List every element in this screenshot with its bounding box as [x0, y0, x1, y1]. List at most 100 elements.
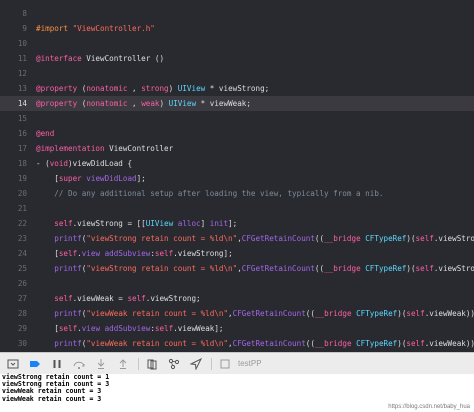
code-token: UIView — [168, 99, 197, 108]
simulate-location-icon[interactable] — [187, 355, 205, 373]
memory-graph-icon[interactable] — [165, 355, 183, 373]
console-output[interactable]: viewStrong retain count = 1 viewStrong r… — [0, 373, 474, 412]
code-token: ( — [77, 84, 87, 93]
code-text: @interface ViewController () — [36, 51, 164, 66]
code-line[interactable]: 20 // Do any additional setup after load… — [0, 186, 474, 201]
code-token: // Do any additional setup after loading… — [36, 189, 384, 198]
code-token: - ( — [36, 159, 50, 168]
code-line[interactable]: 12 — [0, 66, 474, 81]
code-text: @implementation ViewController — [36, 141, 173, 156]
code-token: "viewWeak retain count = %ld\n" — [86, 339, 229, 348]
code-token: printf — [54, 309, 82, 318]
code-token: * viewWeak; — [196, 99, 251, 108]
code-token: @interface — [36, 54, 82, 63]
code-token: "viewWeak retain count = %ld\n" — [86, 309, 229, 318]
code-token: @end — [36, 129, 55, 138]
code-token: [ — [36, 249, 59, 258]
code-token: (( — [314, 264, 325, 273]
code-line[interactable]: 27 self.viewWeak = self.viewStrong; — [0, 291, 474, 306]
code-token: self — [58, 324, 78, 333]
hide-debug-area-icon[interactable] — [4, 355, 22, 373]
process-icon — [216, 355, 234, 373]
line-number: 14 — [17, 99, 27, 108]
code-text: @end — [36, 126, 54, 141]
code-token: ) — [159, 99, 169, 108]
code-token: strong — [141, 84, 169, 93]
code-token: self — [415, 264, 434, 273]
code-line[interactable]: 8 — [0, 6, 474, 21]
code-line[interactable]: 15 — [0, 111, 474, 126]
code-line[interactable]: 28 printf("viewWeak retain count = %ld\n… — [0, 306, 474, 321]
code-editor[interactable]: 8 9 #import "ViewController.h" 10 11 @interfa… — [0, 0, 474, 352]
code-token: (( — [314, 234, 325, 243]
code-token: , — [127, 99, 142, 108]
code-token: .viewStrong))); — [433, 234, 474, 243]
code-token: ViewController — [104, 144, 174, 153]
code-line[interactable]: 29 [self.view addSubview:self.viewWeak]; — [0, 321, 474, 336]
code-token: __bridge — [324, 264, 361, 273]
code-text: printf("viewStrong retain count = %ld\n"… — [36, 231, 474, 246]
step-over-icon[interactable] — [70, 355, 88, 373]
code-line[interactable]: 14 @property (nonatomic , weak) UIView * … — [0, 96, 474, 111]
breakpoints-toggle-icon[interactable] — [26, 355, 44, 373]
code-token: printf — [54, 234, 82, 243]
code-text: // Do any additional setup after loading… — [36, 186, 383, 201]
line-number: 28 — [17, 309, 27, 318]
code-line[interactable]: 22 self.viewStrong = [[UIView alloc] ini… — [0, 216, 474, 231]
code-token: view — [81, 324, 101, 333]
code-text: [self.view addSubview:self.viewWeak]; — [36, 321, 223, 336]
code-line[interactable]: 11 @interface ViewController () — [0, 51, 474, 66]
code-line[interactable]: 10 — [0, 36, 474, 51]
code-token: self — [415, 234, 434, 243]
view-hierarchy-icon[interactable] — [143, 355, 161, 373]
code-token: .viewWeak = — [72, 294, 128, 303]
code-line[interactable]: 18 - (void)viewDidLoad { — [0, 156, 474, 171]
code-text: printf("viewStrong retain count = %ld\n"… — [36, 261, 474, 276]
step-into-icon[interactable] — [92, 355, 110, 373]
code-token: ]; — [228, 219, 238, 228]
code-line[interactable]: 24 [self.view addSubview:self.viewStrong… — [0, 246, 474, 261]
code-line[interactable]: 21 — [0, 201, 474, 216]
code-token: UIView — [177, 84, 206, 93]
code-token: addSubview — [104, 249, 151, 258]
code-token: printf — [54, 339, 82, 348]
line-number: 21 — [17, 204, 27, 213]
code-token: weak — [141, 99, 160, 108]
code-token: .viewStrong = [[ — [72, 219, 146, 228]
line-number: 19 — [17, 174, 27, 183]
code-token: alloc — [177, 219, 201, 228]
code-line[interactable]: 25 printf("viewStrong retain count = %ld… — [0, 261, 474, 276]
code-token: self — [406, 339, 425, 348]
code-line[interactable]: 30 printf("viewWeak retain count = %ld\n… — [0, 336, 474, 351]
code-token: self — [54, 219, 73, 228]
pause-icon[interactable] — [48, 355, 66, 373]
code-line[interactable]: 19 [super viewDidLoad]; — [0, 171, 474, 186]
code-line[interactable]: 26 — [0, 276, 474, 291]
code-token: view — [81, 249, 101, 258]
code-line[interactable]: 17 @implementation ViewController — [0, 141, 474, 156]
process-label[interactable]: testPP — [238, 359, 262, 368]
code-token: "viewStrong retain count = %ld\n" — [86, 234, 238, 243]
code-line[interactable]: 23 printf("viewStrong retain count = %ld… — [0, 231, 474, 246]
step-out-icon[interactable] — [114, 355, 132, 373]
code-line[interactable]: 9 #import "ViewController.h" — [0, 21, 474, 36]
code-token: viewDidLoad — [86, 174, 137, 183]
code-text: printf("viewWeak retain count = %ld\n",C… — [36, 306, 474, 321]
code-token: , — [127, 84, 142, 93]
code-token: CFTypeRef — [356, 339, 398, 348]
code-token: #import — [36, 24, 73, 33]
code-line[interactable]: 16 @end — [0, 126, 474, 141]
code-token: ] — [200, 219, 210, 228]
code-line[interactable]: 13 @property (nonatomic , strong) UIView … — [0, 81, 474, 96]
code-token: super — [58, 174, 82, 183]
code-token: "ViewController.h" — [72, 24, 155, 33]
code-text: [super viewDidLoad]; — [36, 171, 146, 186]
code-token: self — [406, 309, 425, 318]
code-token: ]; — [136, 174, 146, 183]
code-token: ( — [77, 99, 87, 108]
code-text: self.viewWeak = self.viewStrong; — [36, 291, 200, 306]
line-number: 23 — [17, 234, 27, 243]
code-token: CFGetRetainCount — [241, 234, 315, 243]
